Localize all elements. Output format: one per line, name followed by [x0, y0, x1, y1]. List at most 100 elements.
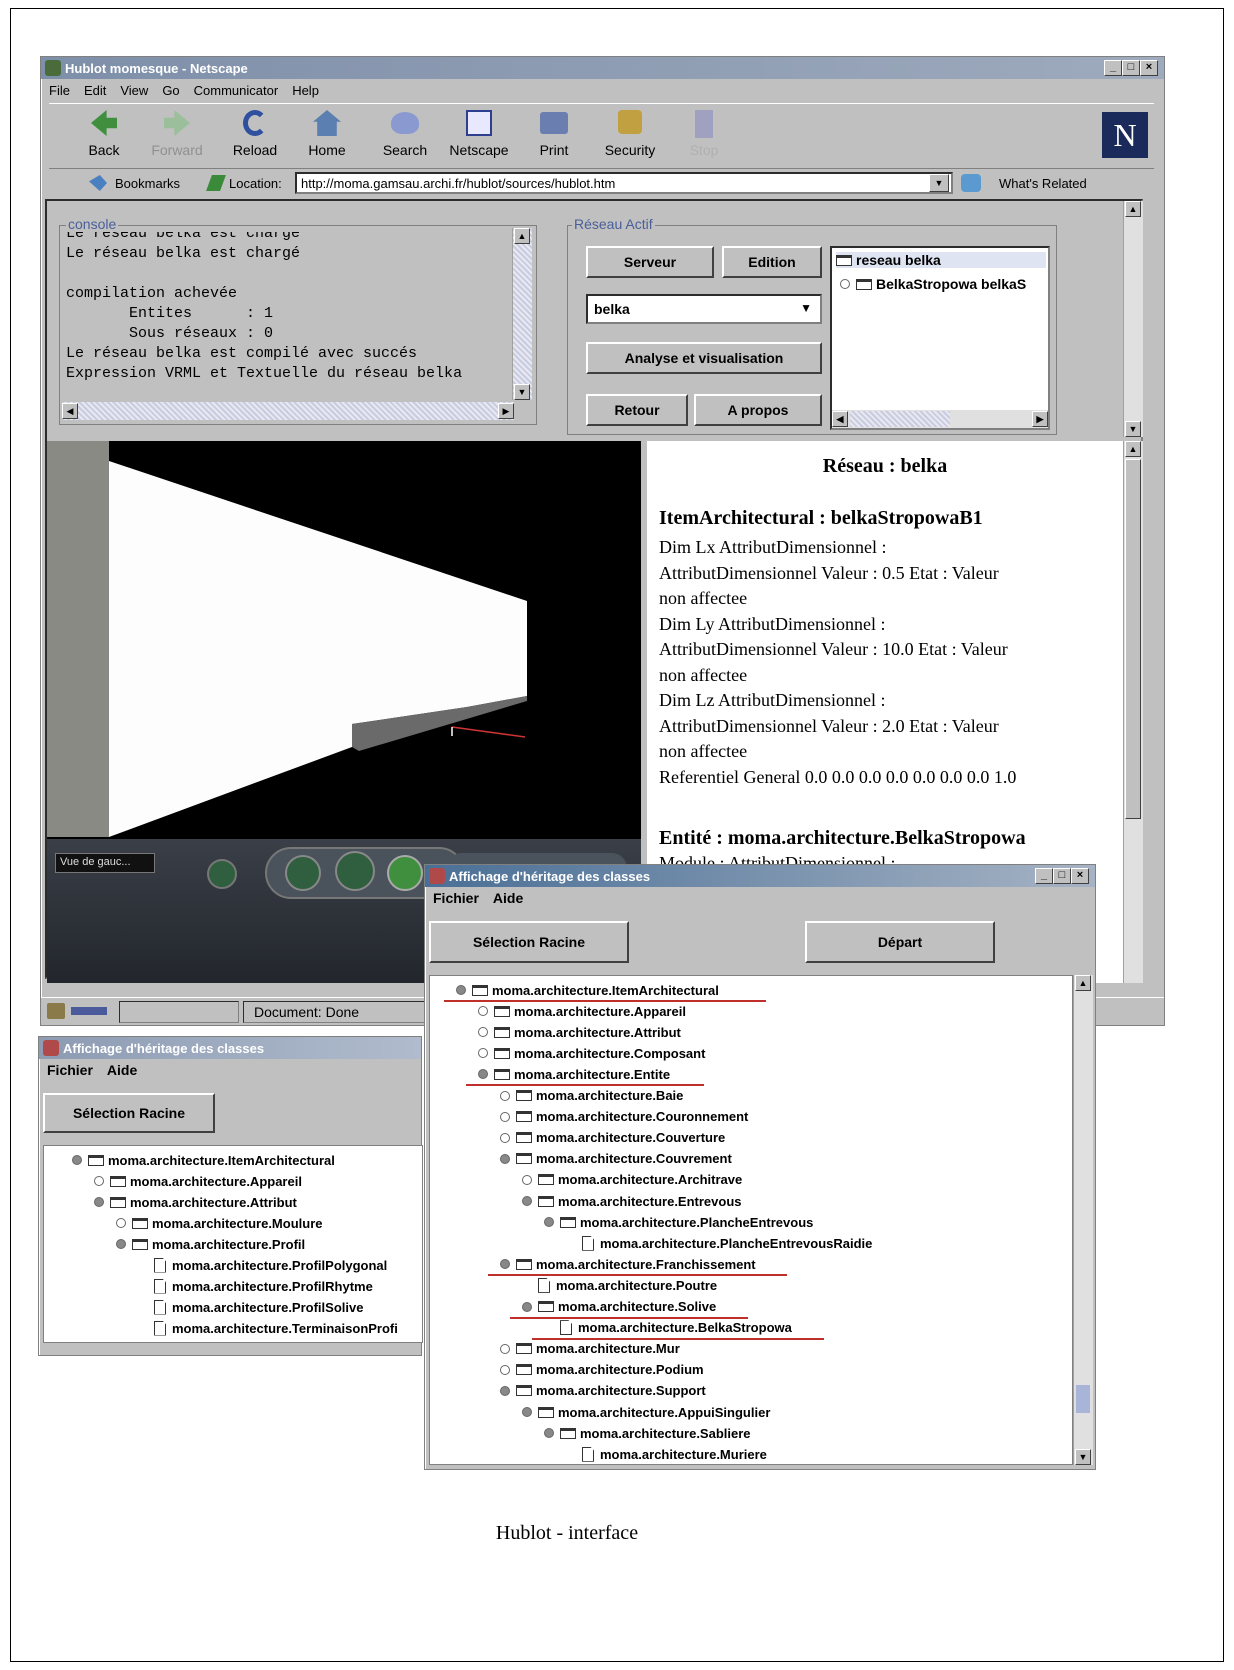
forward-button[interactable]: Forward	[147, 110, 207, 158]
expanded-node-icon[interactable]	[500, 1153, 510, 1164]
edition-button[interactable]: Edition	[722, 246, 822, 278]
expanded-node-icon[interactable]	[500, 1259, 510, 1270]
reseau-tree-child[interactable]: BelkaStropowa belkaS	[840, 276, 1046, 292]
scroll-right-arrow-icon[interactable]: ▶	[1032, 411, 1048, 427]
tree-node[interactable]: moma.architecture.Support	[500, 1381, 706, 1401]
search-button[interactable]: Search	[375, 110, 435, 158]
collapsed-node-icon[interactable]	[478, 1027, 488, 1038]
top-frame-vscroll[interactable]: ▲ ▼	[1123, 201, 1143, 437]
collapsed-node-icon[interactable]	[94, 1176, 104, 1186]
tree-node[interactable]: moma.architecture.Composant	[478, 1043, 705, 1063]
expanded-node-icon[interactable]	[544, 1428, 554, 1439]
tree-node[interactable]: moma.architecture.Appareil	[478, 1001, 686, 1021]
netscape-button[interactable]: Netscape	[439, 110, 519, 158]
menu-go[interactable]: Go	[162, 83, 179, 98]
close-button[interactable]: ×	[1140, 60, 1158, 76]
retour-button[interactable]: Retour	[586, 394, 688, 426]
tree-node[interactable]: moma.architecture.Franchissement	[500, 1254, 756, 1274]
tree-node[interactable]: moma.architecture.Moulure	[116, 1213, 323, 1233]
tree-node[interactable]: moma.architecture.PlancheEntrevous	[544, 1212, 813, 1232]
menu-communicator[interactable]: Communicator	[194, 83, 279, 98]
tree-node[interactable]: moma.architecture.ItemArchitectural	[72, 1150, 335, 1170]
expanded-node-icon[interactable]	[94, 1197, 104, 1207]
collapsed-node-icon[interactable]	[522, 1174, 532, 1185]
security-button[interactable]: Security	[595, 110, 665, 158]
depart-button[interactable]: Départ	[805, 921, 995, 963]
collapsed-node-icon[interactable]	[500, 1364, 510, 1375]
bookmarks-button[interactable]: Bookmarks	[115, 176, 180, 191]
expanded-node-icon[interactable]	[522, 1196, 532, 1206]
reseau-tree-root[interactable]: reseau belka	[836, 252, 1046, 268]
tree-node[interactable]: moma.architecture.ProfilPolygonal	[138, 1255, 387, 1275]
tree-node[interactable]: moma.architecture.Mur	[500, 1339, 680, 1359]
scroll-left-arrow-icon[interactable]: ◀	[62, 403, 78, 419]
scroll-down-arrow-icon[interactable]: ▼	[514, 384, 530, 400]
home-button[interactable]: Home	[297, 110, 357, 158]
expanded-node-icon[interactable]	[522, 1407, 532, 1417]
location-dropdown-button[interactable]: ▼	[929, 174, 949, 192]
tree-node[interactable]: moma.architecture.Couverture	[500, 1128, 725, 1148]
vrml-walk-icon[interactable]	[285, 855, 321, 891]
info-vscroll[interactable]: ▲	[1123, 441, 1143, 983]
tree-node[interactable]: moma.architecture.BelkaStropowa	[544, 1318, 792, 1338]
scroll-thumb[interactable]	[1125, 459, 1141, 819]
tree-node[interactable]: moma.architecture.Poutre	[522, 1275, 717, 1295]
expanded-node-icon[interactable]	[478, 1069, 488, 1080]
tree-node[interactable]: moma.architecture.Baie	[500, 1086, 683, 1106]
expanded-node-icon[interactable]	[522, 1301, 532, 1312]
serveur-button[interactable]: Serveur	[586, 246, 714, 278]
tree-node[interactable]: moma.architecture.Solive	[522, 1297, 716, 1317]
menu-edit[interactable]: Edit	[84, 83, 106, 98]
location-input[interactable]: http://moma.gamsau.archi.fr/hublot/sourc…	[295, 172, 953, 194]
tree-node[interactable]: moma.architecture.AppuiSingulier	[522, 1402, 770, 1422]
analyse-visualisation-button[interactable]: Analyse et visualisation	[586, 342, 822, 374]
tree-node[interactable]: moma.architecture.Entrevous	[522, 1191, 742, 1211]
minimize-button[interactable]: _	[1104, 60, 1122, 76]
maximize-button[interactable]: □	[1053, 868, 1071, 884]
tree-node[interactable]: moma.architecture.Entite	[478, 1064, 670, 1084]
menu-fichier[interactable]: Fichier	[47, 1062, 93, 1078]
expanded-node-icon[interactable]	[544, 1217, 554, 1228]
scroll-up-arrow-icon[interactable]: ▲	[1125, 441, 1141, 457]
collapsed-node-icon[interactable]	[116, 1218, 126, 1228]
maximize-button[interactable]: □	[1122, 60, 1140, 76]
expanded-node-icon[interactable]	[116, 1239, 126, 1249]
tree-node[interactable]: moma.architecture.Appareil	[94, 1171, 302, 1191]
menu-aide[interactable]: Aide	[107, 1062, 137, 1078]
tree-node[interactable]: moma.architecture.Sabliere	[544, 1423, 751, 1443]
vrml-pan-icon[interactable]	[387, 855, 423, 891]
collapsed-node-icon[interactable]	[478, 1048, 488, 1059]
back-button[interactable]: Back	[79, 110, 129, 158]
tree-node[interactable]: moma.architecture.ItemArchitectural	[456, 980, 719, 1000]
tree-node[interactable]: moma.architecture.Attribut	[94, 1192, 297, 1212]
collapsed-node-icon[interactable]	[500, 1111, 510, 1122]
tree-node[interactable]: moma.architecture.Profil	[116, 1234, 305, 1254]
menu-fichier[interactable]: Fichier	[433, 890, 479, 906]
tree-node[interactable]: moma.architecture.Couvrement	[500, 1149, 732, 1169]
scroll-up-arrow-icon[interactable]: ▲	[1075, 975, 1091, 991]
menu-file[interactable]: File	[49, 83, 70, 98]
tree-node[interactable]: moma.architecture.Muriere	[566, 1444, 767, 1464]
reload-button[interactable]: Reload	[225, 110, 285, 158]
expanded-node-icon[interactable]	[500, 1385, 510, 1396]
collapsed-node-icon[interactable]	[500, 1132, 510, 1143]
selection-racine-button[interactable]: Sélection Racine	[43, 1093, 215, 1133]
scroll-thumb[interactable]	[850, 411, 950, 427]
viewpoint-selector[interactable]: Vue de gauc...	[55, 853, 155, 873]
heritage-right-vscroll[interactable]: ▲ ▼	[1073, 975, 1093, 1465]
tree-node[interactable]: moma.architecture.Couronnement	[500, 1107, 748, 1127]
reseau-tree-hscroll[interactable]: ◀ ▶	[832, 410, 1048, 428]
menu-aide[interactable]: Aide	[493, 890, 523, 906]
vrml-tilt-icon[interactable]	[335, 851, 375, 891]
selection-racine-button[interactable]: Sélection Racine	[429, 921, 629, 963]
collapsed-node-icon[interactable]	[500, 1090, 510, 1101]
apropos-button[interactable]: A propos	[694, 394, 822, 426]
tree-node[interactable]: moma.architecture.PlancheEntrevousRaidie	[566, 1233, 872, 1253]
minimize-button[interactable]: _	[1035, 868, 1053, 884]
collapsed-node-icon[interactable]	[500, 1343, 510, 1354]
tree-node[interactable]: moma.architecture.ProfilSolive	[138, 1297, 363, 1317]
console-hscroll[interactable]: ◀ ▶	[62, 402, 514, 420]
menu-help[interactable]: Help	[292, 83, 319, 98]
scroll-thumb[interactable]	[1076, 1385, 1090, 1413]
stop-button[interactable]: Stop	[679, 110, 729, 158]
